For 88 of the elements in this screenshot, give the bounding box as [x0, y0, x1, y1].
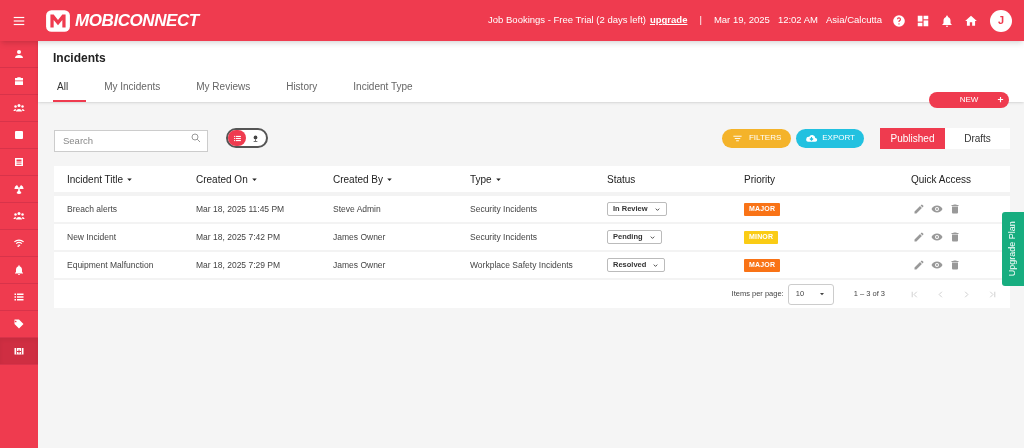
table-cell-text: Equipment Malfunction: [67, 258, 155, 272]
column-header: Status: [607, 172, 637, 187]
table-cell-text: Mar 18, 2025 7:42 PM: [196, 230, 282, 244]
publish-tab[interactable]: Published: [880, 127, 945, 149]
first-page-icon: [909, 288, 920, 300]
tab[interactable]: My Incidents: [86, 79, 179, 102]
search-icon: [190, 132, 202, 144]
plus-icon: [996, 95, 1005, 104]
trash-icon: [949, 203, 961, 215]
trash-icon: [949, 231, 961, 243]
edit-button[interactable]: [913, 259, 925, 271]
delete-button[interactable]: [949, 259, 961, 271]
newspaper-icon: [13, 156, 25, 168]
logo-icon: [45, 7, 71, 34]
search-field[interactable]: Search: [54, 129, 208, 152]
medical-kit-icon: [13, 345, 25, 357]
bell-icon: [940, 13, 954, 28]
eye-icon: [931, 203, 943, 215]
sidebar-item[interactable]: [0, 338, 38, 365]
view-button[interactable]: [931, 203, 943, 215]
column-header[interactable]: Created By: [333, 171, 470, 187]
table-cell-text: Security Incidents: [470, 230, 539, 244]
column-header: Priority: [744, 172, 777, 187]
person-icon: [13, 48, 25, 60]
pencil-icon: [913, 259, 925, 271]
wifi-icon: [13, 237, 25, 249]
radiation-icon: [13, 183, 25, 195]
tab[interactable]: All: [53, 79, 87, 102]
logo-text: MOBICONNECT: [75, 9, 199, 32]
eye-icon: [931, 231, 943, 243]
new-button[interactable]: NEW: [929, 92, 1009, 108]
table-cell-text: James Owner: [333, 258, 387, 272]
time-text: 12:02 AM: [777, 13, 818, 28]
table-cell-text: New Incident: [67, 230, 118, 244]
table-cell-text: Security Incidents: [470, 202, 539, 216]
help-button[interactable]: [892, 13, 906, 28]
bell-icon: [13, 264, 25, 276]
tab[interactable]: My Reviews: [178, 79, 269, 102]
table-cell-text: Mar 18, 2025 7:29 PM: [196, 258, 282, 272]
chevron-down-icon: [652, 261, 660, 269]
column-header: Quick Access: [909, 172, 972, 187]
delete-button[interactable]: [949, 231, 961, 243]
dashboard-button[interactable]: [916, 13, 930, 28]
trial-text: Job Bookings - Free Trial (2 days left): [488, 13, 646, 28]
chevron-down-icon: [653, 205, 661, 213]
chevron-down-icon: [648, 233, 656, 241]
trash-icon: [949, 259, 961, 271]
separator: |: [699, 13, 702, 28]
timezone-text: Asia/Calcutta: [826, 13, 882, 28]
view-button[interactable]: [931, 231, 943, 243]
eye-icon: [931, 259, 943, 271]
table-cell-text: Mar 18, 2025 11:45 PM: [196, 202, 286, 216]
table-cell-text: Workplace Safety Incidents: [470, 258, 574, 272]
avatar-button[interactable]: J: [990, 9, 1012, 32]
list-icon: [13, 291, 25, 303]
home-icon: [964, 13, 978, 28]
tab[interactable]: Incident Type: [335, 79, 431, 102]
list-icon: [232, 133, 242, 143]
bell-button[interactable]: [940, 13, 954, 28]
caret-down-icon: [817, 290, 826, 298]
tab[interactable]: History: [268, 79, 336, 102]
page-title: Incidents: [53, 50, 107, 67]
group-icon: [13, 102, 25, 114]
view-button[interactable]: [931, 259, 943, 271]
column-header[interactable]: Created On: [196, 171, 333, 187]
help-icon: [892, 13, 906, 28]
table-cell-text: Breach alerts: [67, 202, 119, 216]
edit-button[interactable]: [913, 203, 925, 215]
briefcase-icon: [13, 75, 25, 87]
table-cell-text: James Owner: [333, 230, 387, 244]
column-header[interactable]: Incident Title: [67, 171, 196, 187]
last-page-icon: [987, 288, 998, 300]
dashboard-icon: [916, 13, 930, 28]
delete-button[interactable]: [949, 203, 961, 215]
pencil-icon: [913, 203, 925, 215]
tag-icon: [13, 318, 25, 330]
view-option[interactable]: [228, 130, 246, 146]
edit-button[interactable]: [913, 231, 925, 243]
view-toggle[interactable]: [226, 128, 268, 148]
column-header[interactable]: Type: [470, 171, 607, 187]
home-button[interactable]: [964, 13, 978, 28]
upgrade-link[interactable]: upgrade: [649, 13, 688, 28]
pencil-icon: [913, 231, 925, 243]
table-cell-text: Steve Admin: [333, 202, 382, 216]
publish-tab[interactable]: Drafts: [945, 127, 1010, 149]
date-text: Mar 19, 2025: [713, 13, 770, 28]
group-icon: [13, 210, 25, 222]
square-icon: [13, 129, 25, 141]
